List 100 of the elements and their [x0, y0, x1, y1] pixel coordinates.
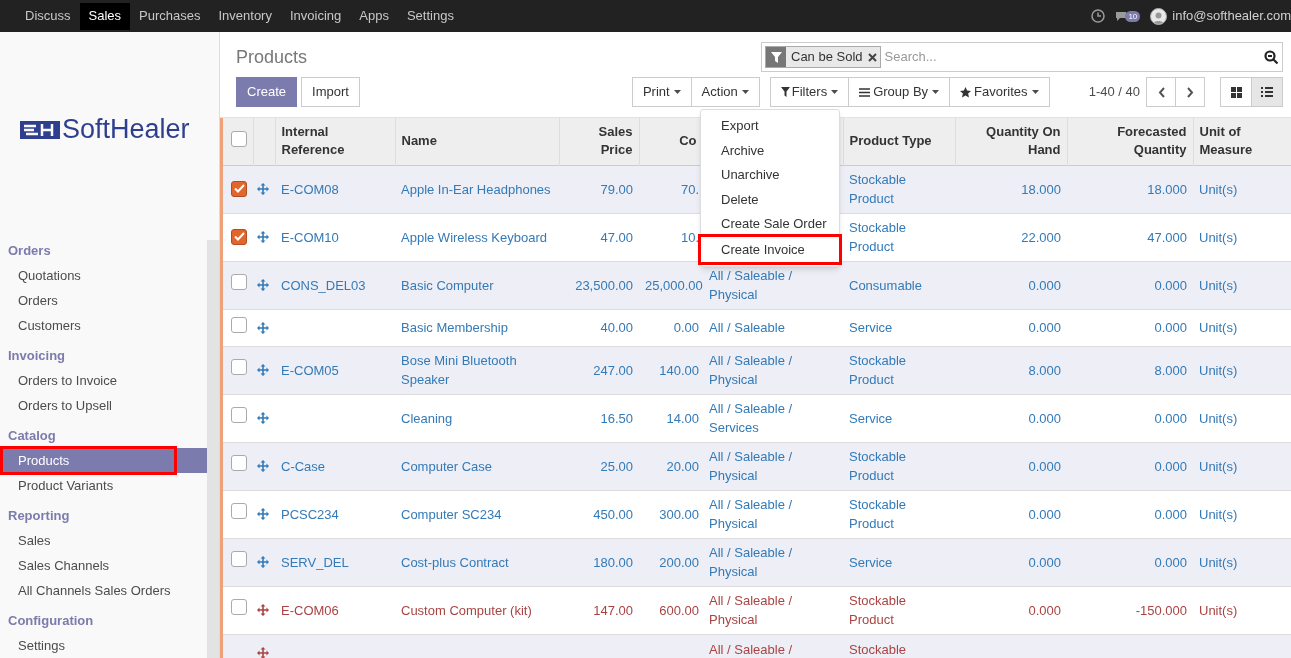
checkbox[interactable] [231, 180, 247, 197]
table-cell: 450.00 [593, 506, 633, 522]
table-cell: 0.000 [1154, 554, 1187, 570]
sidebar-item[interactable]: Sales Channels [0, 553, 207, 578]
top-menu-item[interactable]: Discuss [16, 2, 80, 30]
column-header[interactable]: Sales Price [565, 123, 633, 160]
move-handle-icon[interactable] [257, 604, 269, 616]
sidebar-item[interactable]: Quotations [0, 263, 207, 288]
user-email[interactable]: info@softhealer.com [1172, 6, 1291, 26]
move-handle-icon[interactable] [257, 183, 269, 195]
dropdown-item[interactable]: Delete [701, 187, 839, 213]
sidebar-item[interactable]: Settings [0, 633, 207, 658]
message-count-badge: 10 [1125, 10, 1141, 22]
top-menu-item[interactable]: Inventory [209, 2, 281, 30]
search-facet[interactable]: Can be Sold [765, 46, 881, 68]
top-menu-item[interactable]: Invoicing [280, 2, 351, 30]
sidebar-item[interactable]: Customers [0, 313, 207, 338]
table-cell: 0.000 [1028, 410, 1061, 426]
checkbox[interactable] [231, 503, 247, 520]
move-handle-icon[interactable] [257, 364, 269, 376]
checkbox[interactable] [231, 359, 247, 376]
caret-icon [741, 90, 749, 94]
checkbox[interactable] [231, 407, 247, 424]
print-button[interactable]: Print [631, 77, 692, 107]
column-header[interactable]: Unit of Measure [1199, 123, 1288, 160]
column-header[interactable]: Name [401, 132, 553, 151]
move-handle-icon[interactable] [257, 321, 269, 334]
top-menu-item[interactable]: Purchases [130, 2, 210, 30]
table-cell: 16.50 [600, 410, 633, 426]
table-cell: All / Saleable / Physical [709, 449, 793, 483]
table-cell: Service [849, 410, 893, 426]
checkbox[interactable] [231, 455, 247, 472]
top-menu-item[interactable]: Settings [397, 2, 463, 30]
filters-button[interactable]: Filters [769, 77, 850, 107]
table-cell: 47.00 [600, 229, 633, 245]
table-cell: Stockable [849, 641, 907, 657]
filter-icon [780, 87, 790, 97]
table-cell: Bose Mini Bluetooth Speaker [401, 353, 517, 387]
kanban-view-button[interactable] [1220, 77, 1252, 107]
sidebar-item[interactable]: Products [0, 448, 207, 473]
move-handle-icon[interactable] [257, 231, 269, 243]
action-button[interactable]: Action [690, 77, 760, 107]
top-menu-item[interactable]: Sales [79, 2, 131, 30]
table-cell: Computer Case [401, 458, 493, 474]
group-by-button[interactable]: Group By [848, 77, 951, 107]
column-header[interactable]: Quantity On Hand [961, 123, 1061, 160]
facet-label: Can be Sold [790, 48, 864, 67]
dropdown-item[interactable]: Export [701, 114, 839, 139]
close-icon[interactable] [867, 52, 877, 62]
sidebar-item[interactable]: All Channels Sales Orders [0, 578, 207, 603]
table-cell: Custom Computer (kit) [401, 602, 532, 618]
table-cell: Computer SC234 [401, 506, 502, 522]
column-header[interactable]: Internal Reference [281, 123, 389, 160]
table-cell: Stockable Product [849, 220, 907, 254]
sidebar-item[interactable]: Sales [0, 528, 207, 553]
move-handle-icon[interactable] [257, 508, 269, 520]
avatar-icon[interactable] [1150, 7, 1168, 25]
next-button[interactable] [1175, 77, 1205, 107]
top-menu-item[interactable]: Apps [350, 2, 398, 30]
sidebar-section-title: Configuration [7, 612, 95, 630]
clock-icon[interactable] [1091, 9, 1106, 23]
move-handle-icon[interactable] [257, 646, 269, 658]
checkbox[interactable] [231, 228, 247, 245]
previous-button[interactable] [1146, 77, 1176, 107]
list-view-button[interactable] [1251, 77, 1283, 107]
chat-button[interactable]: 10 [1115, 10, 1141, 22]
table-cell: All / Saleable / [709, 641, 793, 657]
move-handle-icon[interactable] [257, 412, 269, 424]
chevron-left-icon [1157, 86, 1165, 98]
dropdown-item[interactable]: Unarchive [701, 163, 839, 188]
search-icon[interactable] [1264, 49, 1279, 65]
column-header[interactable]: Forecasted Quantity [1073, 123, 1187, 160]
create-button[interactable]: Create [236, 77, 298, 107]
search-field[interactable]: Can be Sold Search... [761, 42, 1283, 72]
table-cell: Unit(s) [1199, 554, 1238, 570]
sidebar-item[interactable]: Orders [0, 288, 207, 313]
dropdown-item[interactable]: Archive [701, 138, 839, 164]
favorites-button[interactable]: Favorites [949, 77, 1050, 107]
checkbox[interactable] [231, 316, 247, 333]
checkbox[interactable] [231, 130, 247, 147]
import-button[interactable]: Import [301, 77, 360, 107]
table-cell: 0.000 [1028, 277, 1061, 293]
table-cell: Stockable Product [849, 353, 907, 387]
table-cell: 25,000.00 [645, 277, 703, 293]
table-cell: 0.000 [1028, 506, 1061, 522]
column-header[interactable]: Co [645, 132, 697, 151]
dropdown-item[interactable]: Create Invoice [698, 233, 842, 265]
table-cell: 18.000 [1147, 181, 1187, 197]
sidebar-item[interactable]: Orders to Invoice [0, 368, 207, 393]
move-handle-icon[interactable] [257, 460, 269, 472]
checkbox[interactable] [231, 599, 247, 616]
move-handle-icon[interactable] [257, 556, 269, 568]
sidebar-item[interactable]: Orders to Upsell [0, 393, 207, 418]
table-cell: Unit(s) [1199, 320, 1238, 335]
table-cell: E-COM10 [281, 229, 339, 245]
checkbox[interactable] [231, 551, 247, 568]
checkbox[interactable] [231, 274, 247, 291]
move-handle-icon[interactable] [257, 279, 269, 291]
sidebar-item[interactable]: Product Variants [0, 473, 207, 498]
column-header[interactable]: Product Type [849, 132, 949, 151]
